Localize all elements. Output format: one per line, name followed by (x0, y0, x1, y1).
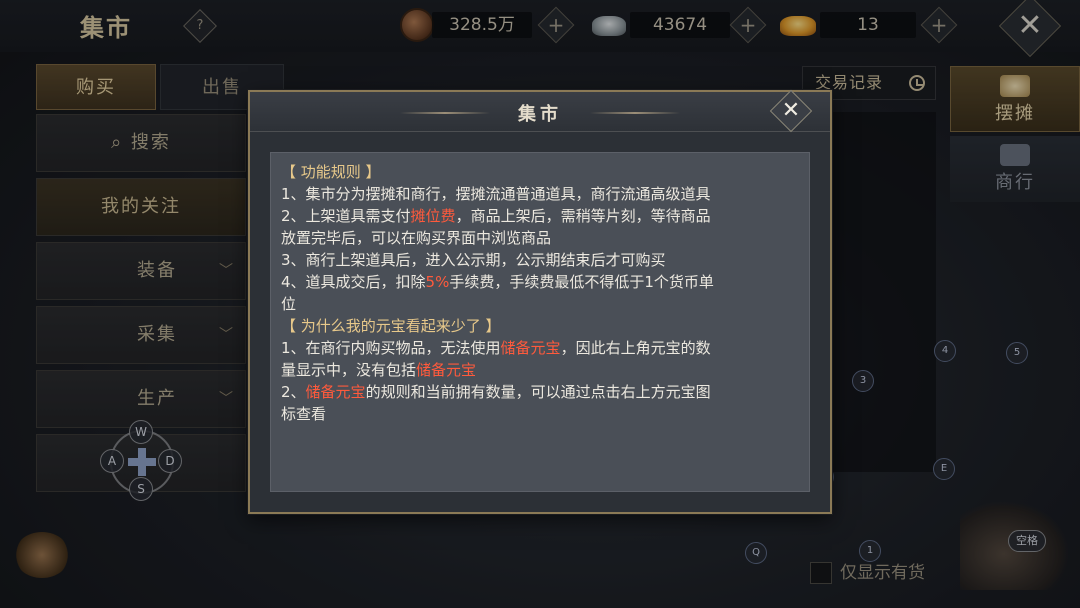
faq-heading: 【 为什么我的元宝看起来少了 】 (281, 317, 501, 335)
faq-line-1-cont: 量显示中，没有包括储备元宝 (281, 361, 477, 379)
rules-dialog: 集市 ✕ 【 功能规则 】 1、集市分为摆摊和商行，摆摊流通普通道具，商行流通高… (248, 89, 832, 514)
faq-line-2-cont: 标查看 (281, 405, 327, 423)
rule-line-4: 4、道具成交后，扣除5%手续费，手续费最低不得低于1个货币单 (281, 273, 714, 291)
highlight-text: 摊位费 (410, 207, 456, 225)
ornament-right (590, 112, 680, 114)
faq-line-2: 2、储备元宝的规则和当前拥有数量，可以通过点击右上方元宝图 (281, 383, 711, 401)
dialog-header: 集市 ✕ (250, 89, 830, 133)
highlight-text: 储备元宝 (416, 361, 477, 379)
highlight-text: 5% (425, 273, 450, 291)
dialog-body: 【 功能规则 】 1、集市分为摆摊和商行，摆摊流通普通道具，商行流通高级道具 2… (270, 152, 810, 492)
dialog-title: 集市 (518, 104, 562, 125)
rule-line-2: 2、上架道具需支付摊位费，商品上架后，需稍等片刻，等待商品 (281, 207, 711, 225)
highlight-text: 储备元宝 (305, 383, 366, 401)
close-icon: ✕ (781, 98, 801, 123)
faq-line-1: 1、在商行内购买物品，无法使用储备元宝，因此右上角元宝的数 (281, 339, 711, 357)
rule-line-1: 1、集市分为摆摊和商行，摆摊流通普通道具，商行流通高级道具 (281, 185, 711, 203)
rule-line-3: 3、商行上架道具后，进入公示期，公示期结束后才可购买 (281, 251, 666, 269)
highlight-text: 储备元宝 (500, 339, 561, 357)
rule-line-2-cont: 放置完毕后，可以在购买界面中浏览商品 (281, 229, 552, 247)
rule-line-4-cont: 位 (281, 295, 297, 313)
rules-heading: 【 功能规则 】 (281, 163, 381, 181)
